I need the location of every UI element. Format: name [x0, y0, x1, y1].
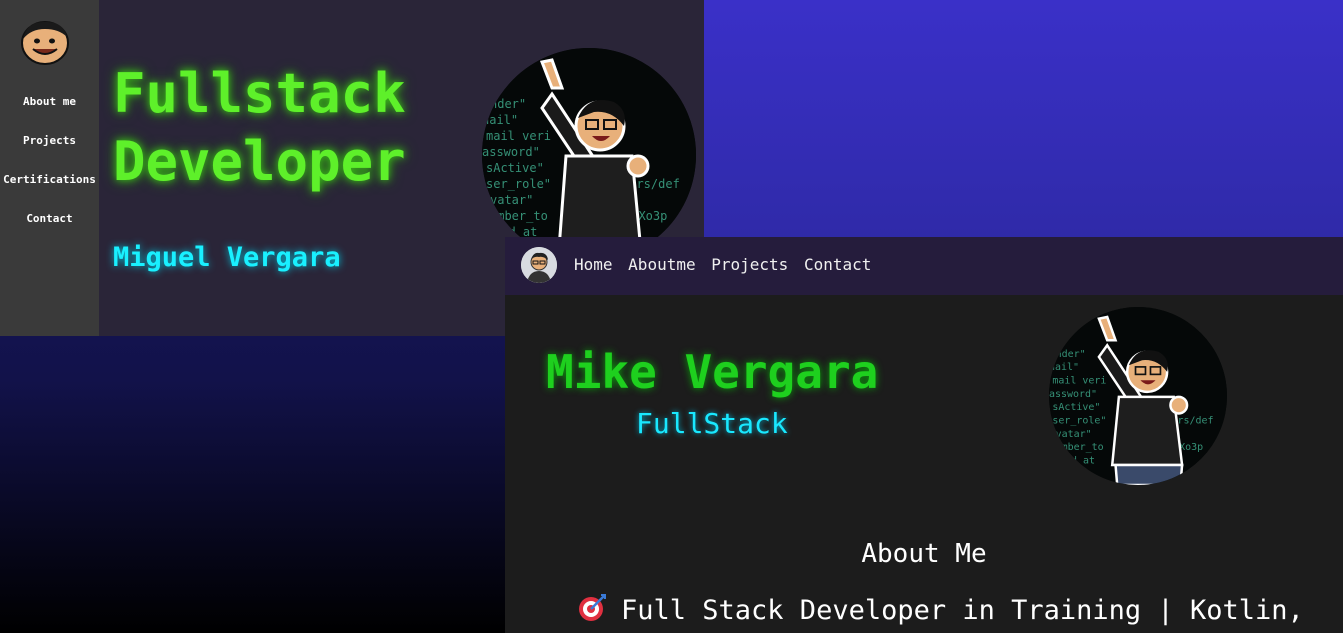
avatar-logo-icon[interactable]	[19, 17, 71, 65]
svg-text:ted at: ted at	[1059, 455, 1095, 466]
svg-text:sActive": sActive"	[486, 161, 544, 175]
svg-text:mail veri: mail veri	[1052, 376, 1106, 387]
target-icon	[579, 594, 606, 621]
nav-link-projects[interactable]: Projects	[711, 255, 788, 274]
svg-text:assword": assword"	[482, 145, 540, 159]
hero-title: Fullstack Developer	[113, 60, 453, 196]
svg-text:vatar": vatar"	[490, 193, 533, 207]
hero-title-line1: Fullstack	[113, 62, 406, 125]
nav-link-aboutme[interactable]: Aboutme	[628, 255, 695, 274]
about-title: About Me	[861, 539, 987, 569]
svg-text:mail veri: mail veri	[486, 129, 551, 143]
svg-text:nder": nder"	[490, 97, 526, 111]
background-gradient	[704, 0, 1343, 240]
sidebar-item-certifications[interactable]: Certifications	[0, 171, 99, 210]
svg-text:nail": nail"	[482, 113, 518, 127]
hero-name: Mike Vergara	[546, 345, 879, 399]
avatar-logo-icon[interactable]	[521, 247, 557, 283]
developer-avatar-icon: nder" nail" mail veri assword" sActive" …	[1049, 307, 1227, 485]
sidebar: About me Projects Certifications Contact	[0, 0, 99, 336]
portfolio-window-new: Home Aboutme Projects Contact Mike Verga…	[505, 237, 1343, 633]
about-line: Full Stack Developer in Training | Kotli…	[577, 593, 1304, 626]
svg-text:sActive": sActive"	[1052, 402, 1100, 413]
svg-text:assword": assword"	[1049, 389, 1097, 400]
svg-text:ser_role": ser_role"	[1052, 415, 1106, 426]
svg-text:ember_to: ember_to	[1056, 442, 1104, 453]
developer-avatar-icon: nder" nail" mail veri assword" sActive" …	[482, 48, 696, 262]
hero-role: FullStack	[636, 407, 788, 440]
about-text: Full Stack Developer in Training | Kotli…	[621, 595, 1304, 626]
sidebar-item-contact[interactable]: Contact	[0, 210, 99, 249]
svg-text:nder": nder"	[1056, 349, 1086, 360]
nav-links: Home Aboutme Projects Contact	[574, 255, 877, 274]
hero-title-line2: Developer	[113, 130, 406, 193]
hero-name: Miguel Vergara	[113, 242, 341, 273]
sidebar-item-projects[interactable]: Projects	[0, 132, 99, 171]
sidebar-item-about[interactable]: About me	[0, 93, 99, 132]
nav-link-contact[interactable]: Contact	[804, 255, 871, 274]
svg-text:vatar": vatar"	[1056, 429, 1092, 440]
svg-text:ser_role": ser_role"	[486, 177, 551, 191]
navbar: Home Aboutme Projects Contact	[505, 237, 1343, 295]
nav-link-home[interactable]: Home	[574, 255, 613, 274]
svg-text:nail": nail"	[1049, 362, 1079, 373]
svg-text:ember_to: ember_to	[490, 209, 548, 223]
